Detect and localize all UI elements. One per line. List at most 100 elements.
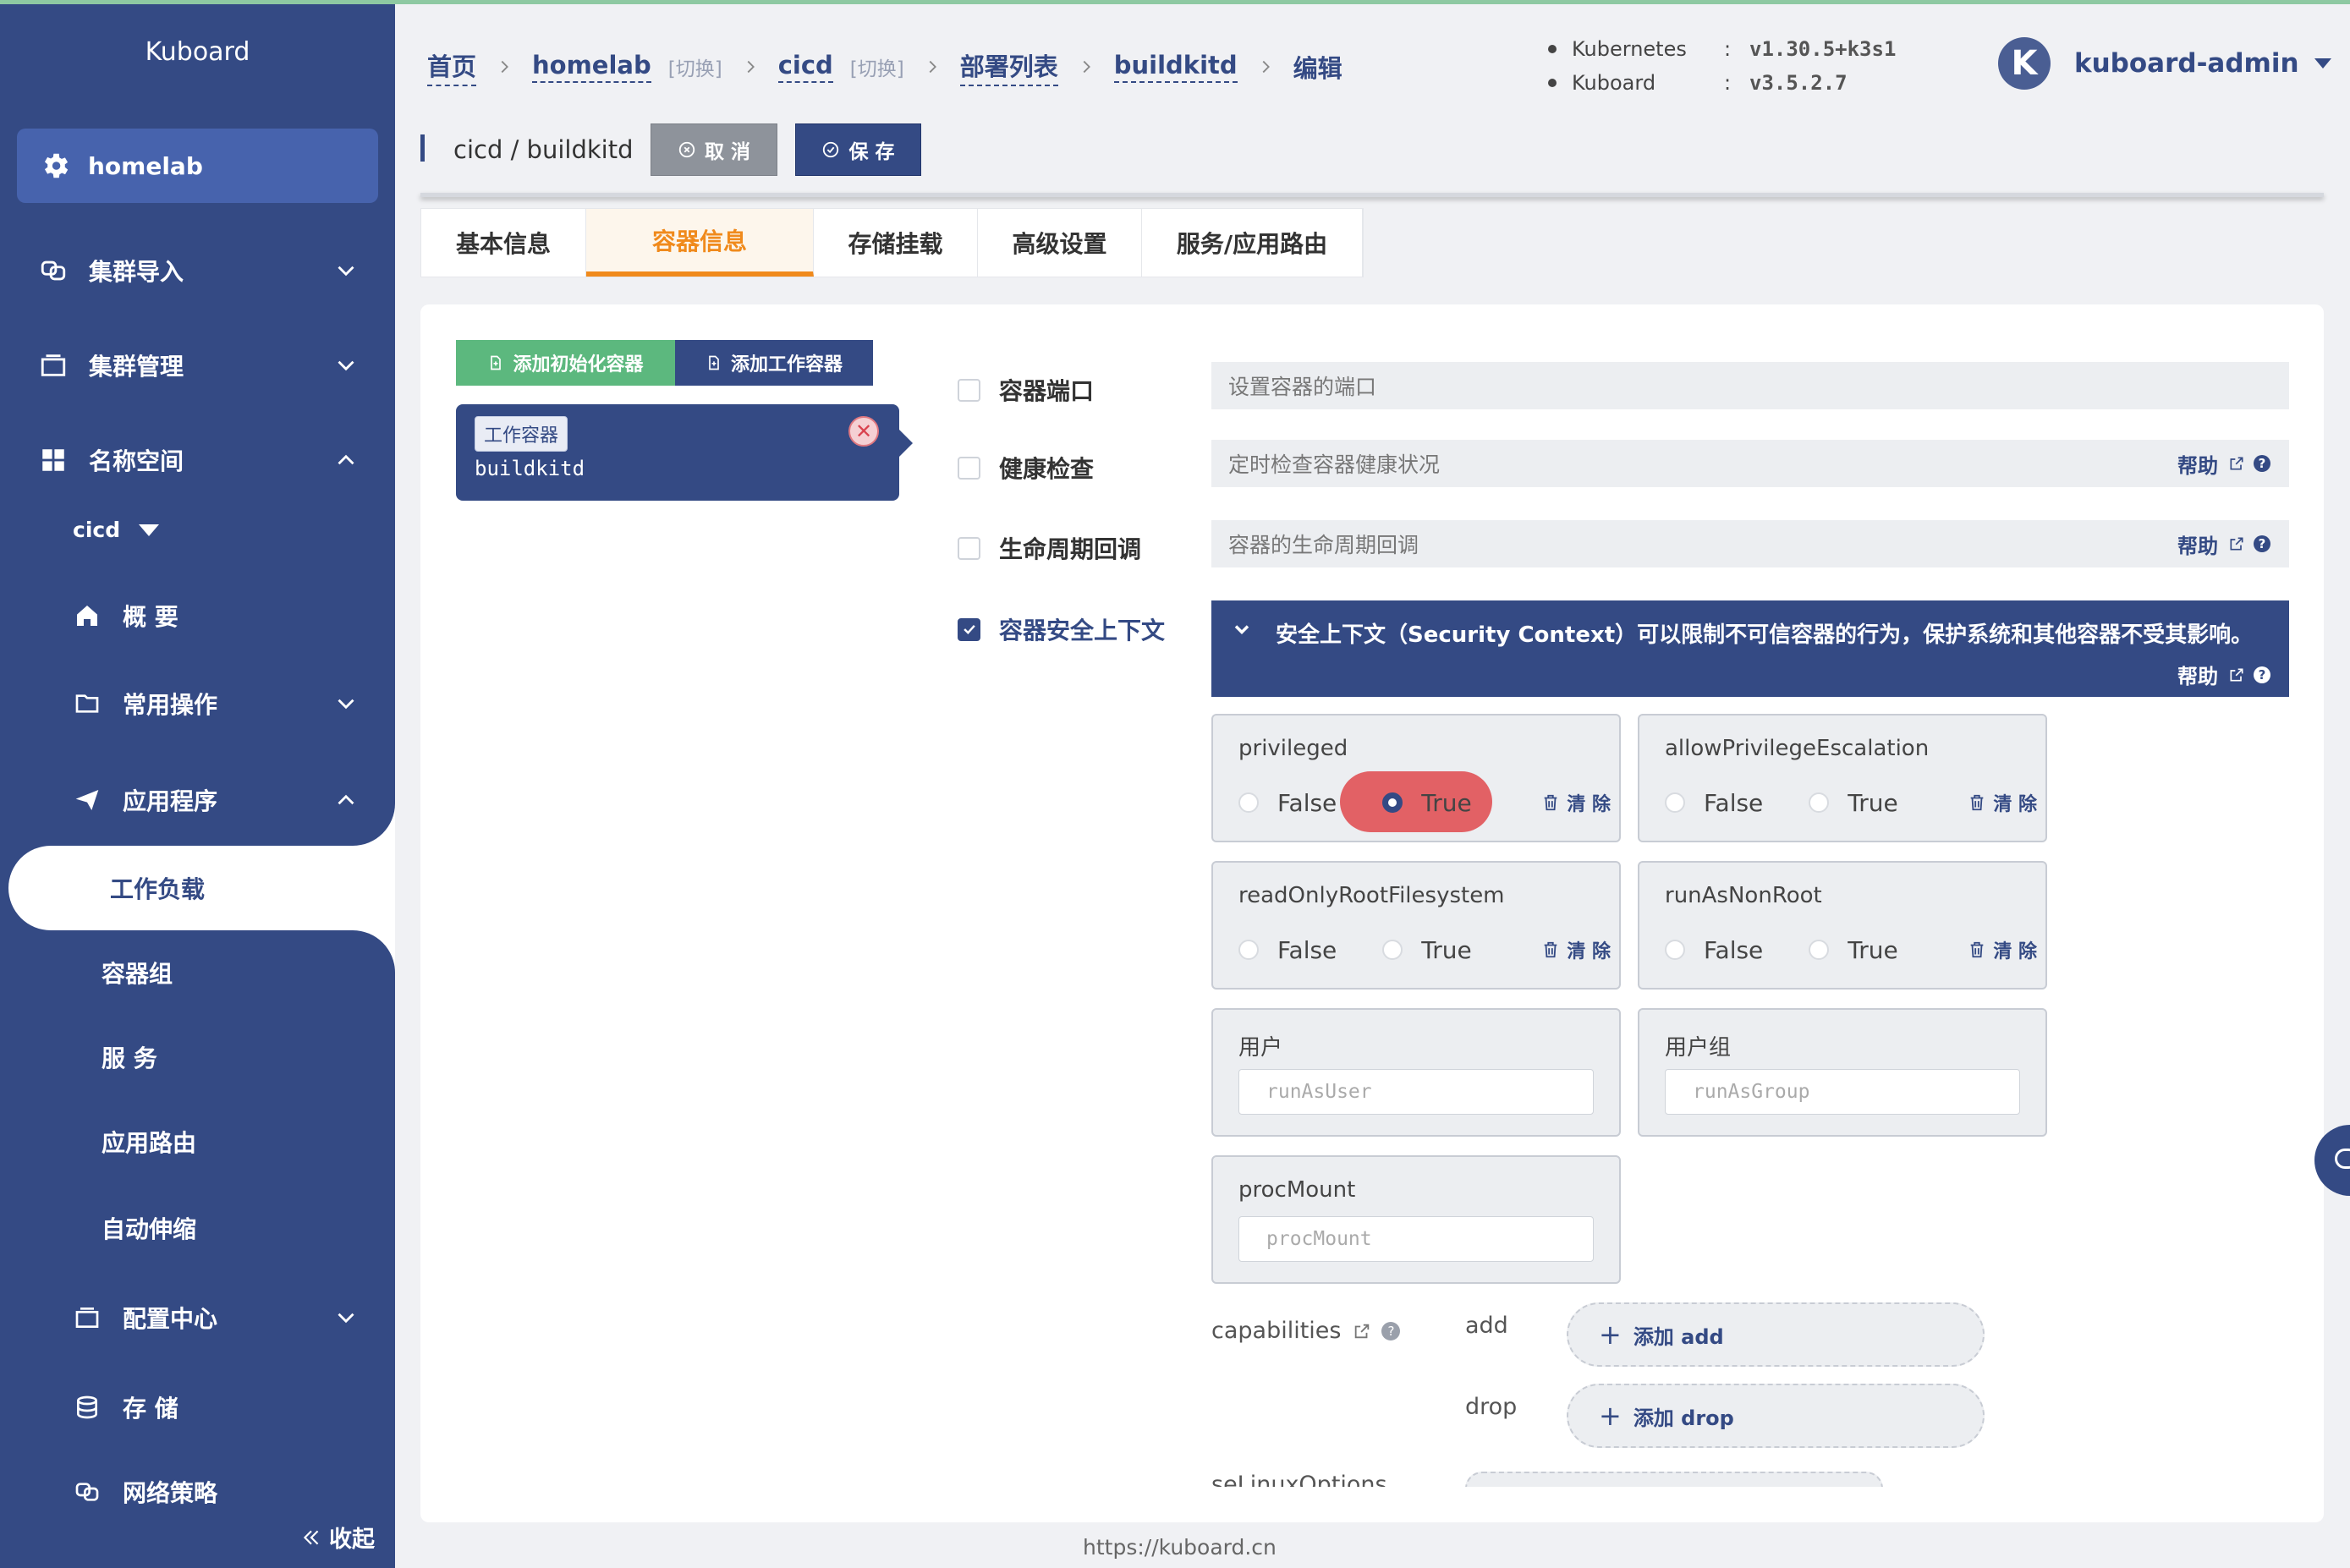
chevron-right-icon <box>929 60 936 74</box>
breadcrumb-namespace[interactable]: cicd <box>777 51 833 83</box>
sidebar-item-pods[interactable]: 容器组 <box>0 947 395 998</box>
sidebar-item-workloads[interactable]: 工作负载 <box>8 846 395 930</box>
privileged-false-option[interactable]: False <box>1238 789 1337 817</box>
security-context-toggle[interactable]: 容器安全上下文 <box>958 612 1165 646</box>
sidebar-item-autoscale[interactable]: 自动伸缩 <box>0 1203 395 1253</box>
sidebar-item-cluster-manage[interactable]: 集群管理 <box>0 340 395 391</box>
allow-priv-esc-true-option[interactable]: True <box>1809 788 1898 817</box>
radio-button[interactable] <box>1665 792 1685 813</box>
run-as-non-root-clear-button[interactable]: 清 除 <box>1968 936 2037 963</box>
lifecycle-toggle[interactable]: 生命周期回调 <box>958 531 1141 565</box>
cluster-name: homelab <box>88 151 203 180</box>
ports-toggle[interactable]: 容器端口 <box>958 373 1094 407</box>
container-card-buildkitd[interactable]: 工作容器 buildkitd <box>456 404 913 501</box>
radio-button[interactable] <box>1238 792 1259 813</box>
ports-checkbox[interactable] <box>958 378 980 402</box>
radio-button[interactable] <box>1809 792 1830 813</box>
radio-button[interactable] <box>1238 940 1259 960</box>
security-context-checkbox[interactable] <box>958 617 980 641</box>
add-capability-button[interactable]: + 添加 add <box>1567 1302 1985 1367</box>
save-button[interactable]: 保 存 <box>795 123 921 176</box>
allow-priv-esc-false-option[interactable]: False <box>1665 789 1763 817</box>
read-only-root-clear-button[interactable]: 清 除 <box>1541 936 1611 963</box>
true-label: True <box>1848 788 1898 817</box>
question-icon[interactable]: ? <box>1381 1321 1401 1340</box>
radio-button-selected[interactable] <box>1382 792 1403 813</box>
sidebar-item-applications[interactable]: 应用程序 <box>0 775 395 825</box>
run-as-non-root-false-option[interactable]: False <box>1665 936 1763 964</box>
read-only-root-true-option[interactable]: True <box>1382 936 1472 964</box>
folder-icon <box>38 350 69 381</box>
selinux-add-button[interactable] <box>1465 1472 1883 1487</box>
tab-basic-info[interactable]: 基本信息 <box>421 209 586 277</box>
external-link-icon[interactable] <box>1353 1322 1371 1340</box>
sidebar-item-config-center[interactable]: 配置中心 <box>0 1292 395 1343</box>
sidebar-item-common-ops[interactable]: 常用操作 <box>0 678 395 729</box>
tab-advanced[interactable]: 高级设置 <box>978 209 1142 277</box>
clear-label: 清 除 <box>1567 941 1611 962</box>
sidebar-item-services[interactable]: 服 务 <box>0 1032 395 1083</box>
drop-capability-button[interactable]: + 添加 drop <box>1567 1384 1985 1448</box>
cancel-circle-icon <box>678 141 695 158</box>
security-context-label: 容器安全上下文 <box>999 617 1166 644</box>
check-circle-icon <box>823 141 839 158</box>
cluster-selector[interactable]: homelab <box>17 129 378 203</box>
ports-field[interactable]: 设置容器的端口 <box>1211 362 2289 409</box>
tab-bar: 基本信息 容器信息 存储挂载 高级设置 服务/应用路由 <box>420 208 1364 277</box>
radio-button[interactable] <box>1665 940 1685 960</box>
capabilities-label-group: capabilities ? <box>1211 1318 1401 1344</box>
add-init-container-button[interactable]: 添加初始化容器 <box>456 340 675 386</box>
privileged-clear-button[interactable]: 清 除 <box>1541 789 1611 816</box>
sidebar-item-network-policy[interactable]: 网络策略 <box>0 1467 395 1517</box>
user-menu[interactable]: K kuboard-admin <box>1998 37 2331 90</box>
run-as-user-input[interactable]: runAsUser <box>1238 1069 1594 1115</box>
allow-privilege-escalation-field: allowPrivilegeEscalation False True 清 除 <box>1638 714 2047 842</box>
chevron-down-icon[interactable] <box>1230 617 1254 641</box>
lifecycle-field[interactable]: 容器的生命周期回调 帮助 ? <box>1211 520 2289 567</box>
kuboard-version-value: v3.5.2.7 <box>1749 71 1848 95</box>
breadcrumb-cluster[interactable]: homelab <box>532 51 651 83</box>
sidebar-item-ingress[interactable]: 应用路由 <box>0 1116 395 1167</box>
sidebar-item-namespace[interactable]: 名称空间 <box>0 435 395 485</box>
run-as-group-input[interactable]: runAsGroup <box>1665 1069 2020 1115</box>
tab-storage-mount[interactable]: 存储挂载 <box>814 209 978 277</box>
proc-mount-input[interactable]: procMount <box>1238 1216 1594 1262</box>
sidebar-item-label: 名称空间 <box>89 447 184 475</box>
lifecycle-help-link[interactable]: 帮助 ? <box>2177 529 2270 559</box>
remove-container-button[interactable]: ✕ <box>848 416 879 447</box>
radio-button[interactable] <box>1382 940 1403 960</box>
privileged-true-option[interactable]: True <box>1382 789 1472 817</box>
send-icon <box>72 785 102 815</box>
plus-icon: + <box>1599 1319 1622 1351</box>
security-help-link[interactable]: 帮助 ? <box>2177 660 2270 689</box>
capabilities-add-key: add <box>1465 1313 1508 1339</box>
sidebar-item-storage[interactable]: 存 储 <box>0 1382 395 1433</box>
sidebar-item-label: 概 要 <box>123 603 178 631</box>
brand-logo[interactable]: Kuboard <box>0 37 395 67</box>
namespace-selector[interactable]: cicd <box>73 518 160 542</box>
namespace-switch-link[interactable]: [切换] <box>850 52 904 81</box>
collapse-sidebar-button[interactable]: 收起 <box>300 1521 375 1554</box>
lifecycle-checkbox[interactable] <box>958 536 980 560</box>
health-field[interactable]: 定时检查容器健康状况 帮助 ? <box>1211 440 2289 487</box>
breadcrumb-deploy-list[interactable]: 部署列表 <box>959 47 1058 86</box>
tab-service-ingress[interactable]: 服务/应用路由 <box>1142 209 1363 277</box>
breadcrumb-home[interactable]: 首页 <box>427 47 477 86</box>
sidebar-item-overview[interactable]: 概 要 <box>0 590 395 641</box>
separator-colon: : <box>1724 37 1732 61</box>
cancel-button[interactable]: 取 消 <box>651 123 777 176</box>
radio-button[interactable] <box>1809 940 1830 960</box>
health-checkbox[interactable] <box>958 456 980 480</box>
chevron-up-icon <box>338 454 354 465</box>
breadcrumb-workload[interactable]: buildkitd <box>1113 51 1238 83</box>
cluster-switch-link[interactable]: [切换] <box>668 52 722 81</box>
run-as-non-root-true-option[interactable]: True <box>1809 936 1898 964</box>
tab-container-info[interactable]: 容器信息 <box>586 209 814 277</box>
health-toggle[interactable]: 健康检查 <box>958 451 1094 485</box>
footer-url[interactable]: https://kuboard.cn <box>1083 1535 1277 1560</box>
read-only-root-false-option[interactable]: False <box>1238 936 1337 964</box>
allow-priv-esc-clear-button[interactable]: 清 除 <box>1968 789 2037 816</box>
sidebar-item-cluster-import[interactable]: 集群导入 <box>0 245 395 296</box>
health-help-link[interactable]: 帮助 ? <box>2177 449 2270 479</box>
add-work-container-button[interactable]: 添加工作容器 <box>675 340 873 386</box>
